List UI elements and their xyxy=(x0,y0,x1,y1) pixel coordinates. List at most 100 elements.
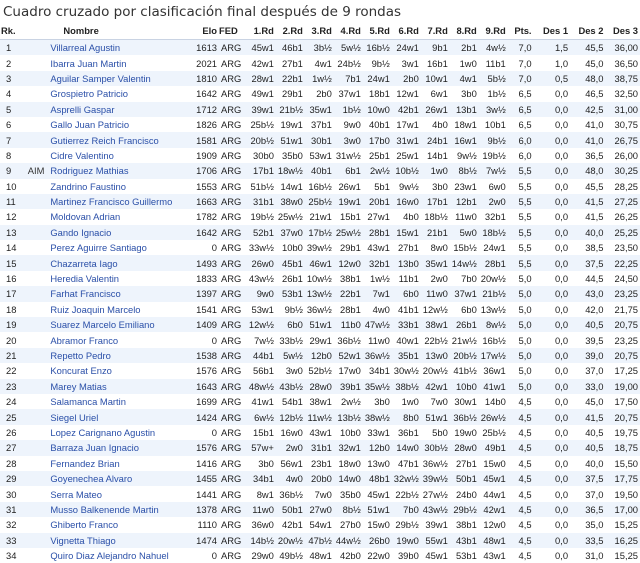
rank-cell: 26 xyxy=(0,425,26,440)
tiebreak-1-cell: 0,0 xyxy=(534,225,571,240)
tiebreak-3-cell: 16,25 xyxy=(605,533,640,548)
round-2-cell: 37w0 xyxy=(276,225,305,240)
round-3-cell: 54w1 xyxy=(305,517,334,532)
player-name-cell[interactable]: Aguilar Samper Valentin xyxy=(49,71,186,86)
round-3-cell: 4w1 xyxy=(305,55,334,70)
rank-cell: 17 xyxy=(0,286,26,301)
points-cell: 5,0 xyxy=(508,332,534,347)
table-row: 2Ibarra Juan Martin2021ARG42w127b14w124b… xyxy=(0,55,640,70)
round-9-cell: 5b½ xyxy=(479,71,508,86)
round-1-cell: 3b0 xyxy=(247,456,276,471)
round-1-cell: 30b0 xyxy=(247,148,276,163)
player-title-cell xyxy=(26,409,50,424)
player-name-cell[interactable]: Chazarreta Iago xyxy=(49,255,186,270)
round-2-cell: 20w½ xyxy=(276,533,305,548)
round-1-cell: 45w1 xyxy=(247,40,276,56)
player-name-cell[interactable]: Ghiberto Franco xyxy=(49,517,186,532)
player-name-cell[interactable]: Serra Mateo xyxy=(49,486,186,501)
points-cell: 4,5 xyxy=(508,425,534,440)
federation-cell: ARG xyxy=(219,409,247,424)
round-6-cell: 38b½ xyxy=(392,379,421,394)
round-8-cell: 27b1 xyxy=(450,456,479,471)
round-7-cell: 22b½ xyxy=(421,332,450,347)
tiebreak-1-cell: 1,0 xyxy=(534,55,571,70)
round-5-cell: 15w0 xyxy=(363,517,392,532)
round-2-cell: 38w0 xyxy=(276,194,305,209)
player-title-cell xyxy=(26,363,50,378)
player-name-cell[interactable]: Heredia Valentin xyxy=(49,271,186,286)
player-name-cell[interactable]: Barraza Juan Ignacio xyxy=(49,440,186,455)
round-5-cell: 10w0 xyxy=(363,102,392,117)
tiebreak-2-cell: 42,0 xyxy=(570,302,605,317)
player-name-cell[interactable]: Gallo Juan Patricio xyxy=(49,117,186,132)
tiebreak-3-cell: 26,00 xyxy=(605,148,640,163)
round-4-cell: 12w0 xyxy=(334,255,363,270)
player-name-cell[interactable]: Salamanca Martin xyxy=(49,394,186,409)
federation-cell: ARG xyxy=(219,548,247,563)
player-name-cell[interactable]: Farhat Francisco xyxy=(49,286,186,301)
player-name-cell[interactable]: Goyenechea Alvaro xyxy=(49,471,186,486)
federation-cell: ARG xyxy=(219,517,247,532)
round-9-cell: 28b1 xyxy=(479,255,508,270)
player-name-cell[interactable]: Marey Matias xyxy=(49,379,186,394)
table-row: 10Zandrino Faustino1553ARG51b½14w116b½26… xyxy=(0,179,640,194)
player-name-cell[interactable]: Gutierrez Reich Francisco xyxy=(49,132,186,147)
player-name-cell[interactable]: Rodriguez Mathias xyxy=(49,163,186,178)
round-9-cell: 41w1 xyxy=(479,379,508,394)
round-3-cell: 38w1 xyxy=(305,394,334,409)
round-5-cell: 36w½ xyxy=(363,348,392,363)
player-name-cell[interactable]: Lopez Carignano Agustin xyxy=(49,425,186,440)
tiebreak-2-cell: 45,0 xyxy=(570,55,605,70)
round-8-cell: 41b½ xyxy=(450,363,479,378)
player-name-cell[interactable]: Asprelli Gaspar xyxy=(49,102,186,117)
player-name-cell[interactable]: Perez Aguirre Santiago xyxy=(49,240,186,255)
player-title-cell xyxy=(26,194,50,209)
player-title-cell xyxy=(26,302,50,317)
round-5-cell: 45w1 xyxy=(363,486,392,501)
rank-cell: 22 xyxy=(0,363,26,378)
player-name-cell[interactable]: Villarreal Agustin xyxy=(49,40,186,56)
round-1-cell: 42w1 xyxy=(247,55,276,70)
round-5-cell: 9b½ xyxy=(363,55,392,70)
table-row: 26Lopez Carignano Agustin0ARG15b116w043w… xyxy=(0,425,640,440)
player-name-cell[interactable]: Ruiz Joaquin Marcelo xyxy=(49,302,186,317)
player-name-cell[interactable]: Vignetta Thiago xyxy=(49,533,186,548)
player-name-cell[interactable]: Martinez Francisco Guillermo xyxy=(49,194,186,209)
player-name-cell[interactable]: Suarez Marcelo Emiliano xyxy=(49,317,186,332)
table-row: 18Ruiz Joaquin Marcelo1541ARG53w19b½36w½… xyxy=(0,302,640,317)
round-9-cell: 1b½ xyxy=(479,86,508,101)
player-name-cell[interactable]: Musso Balkenende Martin xyxy=(49,502,186,517)
player-name-cell[interactable]: Moldovan Adrian xyxy=(49,209,186,224)
player-name-cell[interactable]: Grospietro Patricio xyxy=(49,86,186,101)
player-name-cell[interactable]: Siegel Uriel xyxy=(49,409,186,424)
round-7-cell: 30b½ xyxy=(421,440,450,455)
table-row: 1Villarreal Agustin1613ARG45w146b13b½5w½… xyxy=(0,40,640,56)
player-title-cell xyxy=(26,102,50,117)
player-name-cell[interactable]: Zandrino Faustino xyxy=(49,179,186,194)
round-1-cell: 34b1 xyxy=(247,471,276,486)
round-3-cell: 13w½ xyxy=(305,286,334,301)
federation-cell: ARG xyxy=(219,117,247,132)
tiebreak-3-cell: 21,75 xyxy=(605,302,640,317)
round-4-cell: 37w1 xyxy=(334,86,363,101)
player-name-cell[interactable]: Koncurat Enzo xyxy=(49,363,186,378)
player-name-cell[interactable]: Quiro Diaz Alejandro Nahuel xyxy=(49,548,186,563)
rank-cell: 13 xyxy=(0,225,26,240)
tiebreak-2-cell: 37,0 xyxy=(570,486,605,501)
tiebreak-3-cell: 24,50 xyxy=(605,271,640,286)
tiebreak-2-cell: 39,0 xyxy=(570,348,605,363)
player-name-cell[interactable]: Fernandez Brian xyxy=(49,456,186,471)
player-name-cell[interactable]: Abramor Franco xyxy=(49,332,186,347)
round-7-cell: 24b1 xyxy=(421,132,450,147)
player-name-cell[interactable]: Gando Ignacio xyxy=(49,225,186,240)
round-6-cell: 10b½ xyxy=(392,163,421,178)
round-4-cell: 9w0 xyxy=(334,117,363,132)
round-9-cell: 45w1 xyxy=(479,471,508,486)
round-5-cell: 48b1 xyxy=(363,471,392,486)
player-name-cell[interactable]: Repetto Pedro xyxy=(49,348,186,363)
federation-cell: ARG xyxy=(219,502,247,517)
federation-cell: ARG xyxy=(219,132,247,147)
player-name-cell[interactable]: Ibarra Juan Martin xyxy=(49,55,186,70)
player-name-cell[interactable]: Cidre Valentino xyxy=(49,148,186,163)
points-cell: 5,5 xyxy=(508,209,534,224)
